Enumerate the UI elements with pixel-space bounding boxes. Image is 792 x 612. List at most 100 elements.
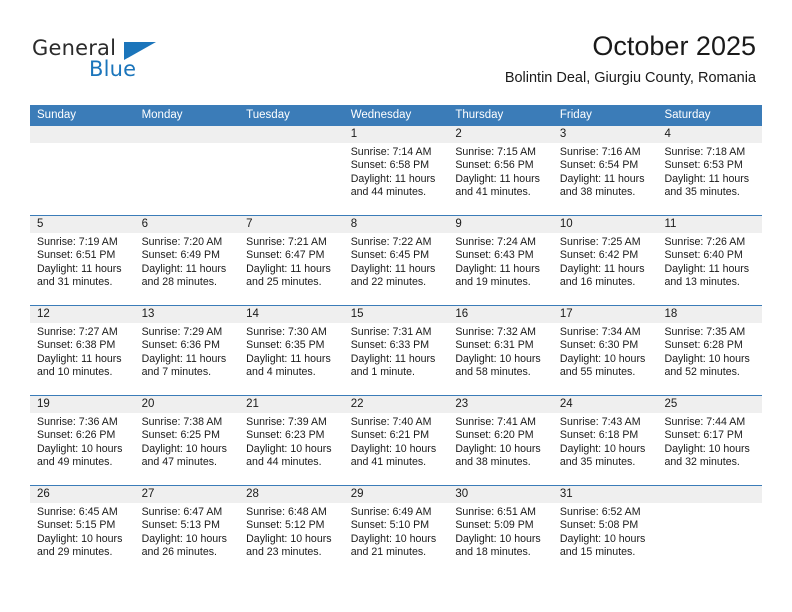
calendar-day-cell[interactable]: 25 Sunrise: 7:44 AM Sunset: 6:17 PM Dayligh… [657,396,763,485]
sunset-text: Sunset: 5:08 PM [559,519,639,532]
weekday-header-friday: Friday [559,109,592,121]
calendar-day-cell[interactable]: 1 Sunrise: 7:14 AM Sunset: 6:58 PM Daylight… [343,126,449,215]
day-number: 29 [350,488,364,500]
weekday-header-wednesday: Wednesday [350,109,412,121]
calendar-day-cell[interactable]: 18 Sunrise: 7:35 AM Sunset: 6:28 PM Dayligh… [657,306,763,395]
day-cell-body: Sunrise: 7:40 AM Sunset: 6:21 PM Daylight:… [344,413,449,470]
day-cell-body: Sunrise: 6:47 AM Sunset: 5:13 PM Daylight:… [135,503,240,560]
calendar-day-cell[interactable]: 22 Sunrise: 7:40 AM Sunset: 6:21 PM Dayligh… [343,396,449,485]
day-cell-body: Sunrise: 6:51 AM Sunset: 5:09 PM Daylight:… [448,503,553,560]
calendar-day-cell-empty [239,126,344,215]
sunrise-text: Sunrise: 7:30 AM [246,326,327,338]
daylight-text: Daylight: 10 hours and 21 minutes. [350,532,437,559]
calendar-day-cell[interactable]: 21 Sunrise: 7:39 AM Sunset: 6:23 PM Dayligh… [239,396,344,485]
sunrise-text: Sunrise: 7:14 AM [350,146,432,158]
sunset-text: Sunset: 6:28 PM [664,339,743,352]
day-cell-body: Sunrise: 6:49 AM Sunset: 5:10 PM Daylight:… [344,503,449,560]
calendar-day-cell[interactable]: 23 Sunrise: 7:41 AM Sunset: 6:20 PM Dayligh… [448,396,553,485]
daylight-text: Daylight: 10 hours and 58 minutes. [455,352,541,379]
calendar-day-cell[interactable]: 6 Sunrise: 7:20 AM Sunset: 6:49 PM Daylight… [134,216,240,305]
daylight-text: Daylight: 10 hours and 15 minutes. [559,532,646,559]
calendar-day-cell[interactable]: 19 Sunrise: 7:36 AM Sunset: 6:26 PM Dayligh… [30,396,135,485]
calendar-day-cell[interactable]: 2 Sunrise: 7:15 AM Sunset: 6:56 PM Daylight… [448,126,553,215]
weekday-header-saturday: Saturday [664,109,711,121]
calendar-day-cell[interactable]: 8 Sunrise: 7:22 AM Sunset: 6:45 PM Daylight… [343,216,449,305]
daylight-text: Daylight: 11 hours and 25 minutes. [246,262,331,289]
day-number: 19 [37,398,50,410]
day-number-bar: 18 [657,306,763,323]
calendar-day-cell[interactable]: 10 Sunrise: 7:25 AM Sunset: 6:42 PM Dayligh… [552,216,658,305]
day-number: 2 [455,128,462,140]
sunset-text: Sunset: 6:30 PM [559,339,639,352]
calendar-day-cell[interactable]: 30 Sunrise: 6:51 AM Sunset: 5:09 PM Dayligh… [448,486,553,575]
day-number: 5 [37,218,44,230]
sunset-text: Sunset: 6:51 PM [37,249,116,262]
daylight-text: Daylight: 10 hours and 52 minutes. [664,352,750,379]
page-header: General Blue October 2025 Bolintin Deal,… [0,0,792,100]
day-number-bar: 25 [657,396,763,413]
daylight-text: Daylight: 11 hours and 19 minutes. [455,262,540,289]
sunrise-text: Sunrise: 7:32 AM [455,326,536,338]
sunrise-text: Sunrise: 6:52 AM [559,506,641,518]
day-cell-body: Sunrise: 7:32 AM Sunset: 6:31 PM Daylight:… [448,323,553,380]
calendar-day-cell[interactable]: 24 Sunrise: 7:43 AM Sunset: 6:18 PM Dayligh… [552,396,658,485]
sunset-text: Sunset: 6:21 PM [350,429,430,442]
daylight-text: Daylight: 10 hours and 23 minutes. [246,532,332,559]
calendar-day-cell[interactable]: 17 Sunrise: 7:34 AM Sunset: 6:30 PM Dayligh… [552,306,658,395]
calendar-day-cell[interactable]: 4 Sunrise: 7:18 AM Sunset: 6:53 PM Daylight… [657,126,763,215]
weekday-header-row: Sunday Monday Tuesday Wednesday Thursday… [30,105,762,126]
calendar-day-cell[interactable]: 26 Sunrise: 6:45 AM Sunset: 5:15 PM Dayligh… [30,486,135,575]
calendar-day-cell[interactable]: 16 Sunrise: 7:32 AM Sunset: 6:31 PM Dayligh… [448,306,553,395]
daylight-text: Daylight: 11 hours and 16 minutes. [559,262,645,289]
sunset-text: Sunset: 6:49 PM [141,249,220,262]
sunset-text: Sunset: 6:31 PM [455,339,534,352]
daylight-text: Daylight: 11 hours and 38 minutes. [559,172,645,199]
calendar-day-cell[interactable]: 7 Sunrise: 7:21 AM Sunset: 6:47 PM Daylight… [239,216,344,305]
day-number-bar: 19 [30,396,135,413]
sunrise-text: Sunrise: 6:48 AM [246,506,327,518]
calendar-day-cell[interactable]: 12 Sunrise: 7:27 AM Sunset: 6:38 PM Dayligh… [30,306,135,395]
sunset-text: Sunset: 6:43 PM [455,249,534,262]
calendar-day-cell[interactable]: 13 Sunrise: 7:29 AM Sunset: 6:36 PM Dayligh… [134,306,240,395]
day-cell-body: Sunrise: 6:45 AM Sunset: 5:15 PM Daylight:… [30,503,135,560]
sunset-text: Sunset: 6:23 PM [246,429,325,442]
calendar-day-cell[interactable]: 9 Sunrise: 7:24 AM Sunset: 6:43 PM Daylight… [448,216,553,305]
day-number-bar [657,486,763,503]
day-number-bar: 10 [552,216,658,233]
weekday-header-tuesday: Tuesday [246,109,290,121]
calendar-day-cell[interactable]: 20 Sunrise: 7:38 AM Sunset: 6:25 PM Dayligh… [134,396,240,485]
day-number-bar: 20 [134,396,240,413]
calendar-day-cell[interactable]: 11 Sunrise: 7:26 AM Sunset: 6:40 PM Dayligh… [657,216,763,305]
day-number-bar: 11 [657,216,763,233]
day-cell-body: Sunrise: 7:20 AM Sunset: 6:49 PM Daylight:… [135,233,240,290]
calendar-day-cell[interactable]: 28 Sunrise: 6:48 AM Sunset: 5:12 PM Dayligh… [239,486,344,575]
calendar-day-cell[interactable]: 29 Sunrise: 6:49 AM Sunset: 5:10 PM Dayligh… [343,486,449,575]
sunset-text: Sunset: 6:45 PM [350,249,430,262]
day-cell-body: Sunrise: 7:39 AM Sunset: 6:23 PM Daylight:… [239,413,344,470]
day-number-bar: 21 [239,396,344,413]
calendar-day-cell[interactable]: 3 Sunrise: 7:16 AM Sunset: 6:54 PM Daylight… [552,126,658,215]
calendar-day-cell[interactable]: 15 Sunrise: 7:31 AM Sunset: 6:33 PM Dayligh… [343,306,449,395]
day-cell-body: Sunrise: 7:30 AM Sunset: 6:35 PM Daylight:… [239,323,344,380]
calendar-day-cell[interactable]: 14 Sunrise: 7:30 AM Sunset: 6:35 PM Dayligh… [239,306,344,395]
day-cell-body: Sunrise: 6:48 AM Sunset: 5:12 PM Daylight:… [239,503,344,560]
calendar-day-cell[interactable]: 31 Sunrise: 6:52 AM Sunset: 5:08 PM Dayligh… [552,486,658,575]
daylight-text: Daylight: 10 hours and 41 minutes. [350,442,437,469]
logo-text-blue: Blue [89,57,137,81]
calendar-page: General Blue October 2025 Bolintin Deal,… [0,0,792,612]
day-number-bar: 15 [343,306,449,323]
day-number-bar: 12 [30,306,135,323]
sunset-text: Sunset: 6:25 PM [141,429,220,442]
sunrise-text: Sunrise: 7:16 AM [559,146,641,158]
day-cell-body: Sunrise: 7:31 AM Sunset: 6:33 PM Daylight:… [344,323,449,380]
sunset-text: Sunset: 5:09 PM [455,519,534,532]
day-number-bar: 30 [448,486,553,503]
sunset-text: Sunset: 5:15 PM [37,519,116,532]
calendar-day-cell[interactable]: 27 Sunrise: 6:47 AM Sunset: 5:13 PM Dayligh… [134,486,240,575]
calendar-day-cell[interactable]: 5 Sunrise: 7:19 AM Sunset: 6:51 PM Daylight… [30,216,135,305]
day-cell-body [30,143,135,146]
day-cell-body: Sunrise: 7:35 AM Sunset: 6:28 PM Daylight:… [657,323,762,380]
calendar-week-row: 12 Sunrise: 7:27 AM Sunset: 6:38 PM Dayligh… [30,305,763,395]
day-cell-body: Sunrise: 7:14 AM Sunset: 6:58 PM Daylight:… [344,143,449,200]
sunrise-text: Sunrise: 7:21 AM [246,236,327,248]
